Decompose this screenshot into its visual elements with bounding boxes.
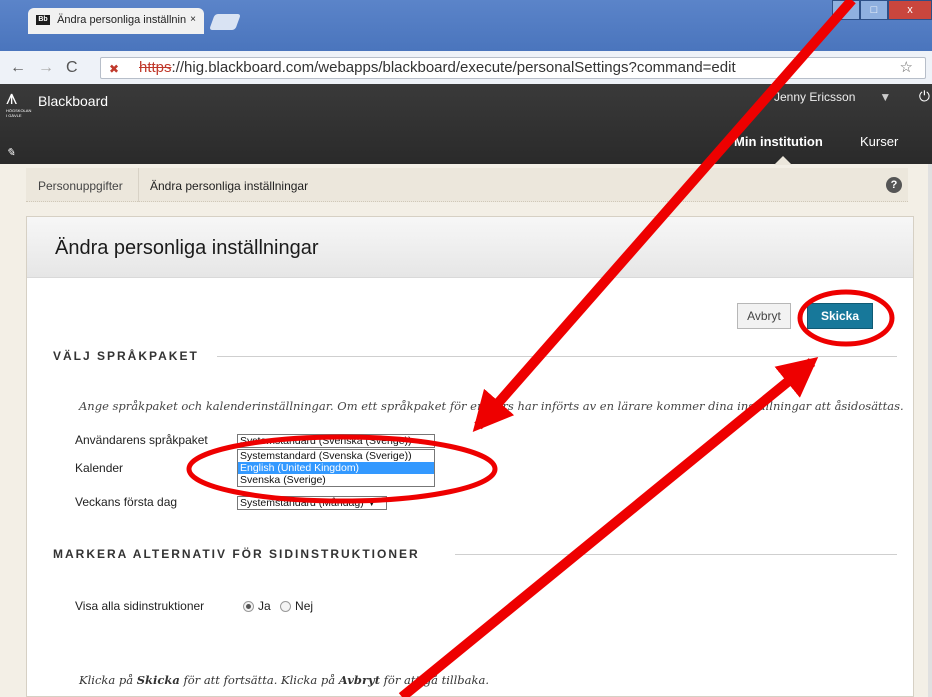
radio-yes[interactable] [243,601,254,613]
blackboard-brand[interactable]: Blackboard [38,93,108,109]
help-icon[interactable]: ? [886,177,902,193]
cancel-button[interactable]: Avbryt [737,303,791,329]
user-menu[interactable]: Jenny Ericsson ▼ [774,90,891,104]
window-controls: – □ x [832,0,932,20]
url-scheme: https [139,59,172,76]
close-window-button[interactable]: x [888,0,932,20]
dropdown-option-english[interactable]: English (United Kingdom) [238,462,434,474]
breadcrumb: Personuppgifter Ändra personliga inställ… [26,168,908,202]
active-tab-indicator [774,156,792,165]
label-language-pack: Användarens språkpaket [75,433,208,447]
radio-yes-label: Ja [258,599,271,613]
breadcrumb-current: Ändra personliga inställningar [150,179,309,193]
new-tab-button[interactable] [209,14,241,30]
blackboard-favicon-icon: Bb [36,15,50,26]
page-header: Ändra personliga inställningar [27,217,913,278]
language-pack-select[interactable]: Systemstandard (Svenska (Sverige)) ▼ [237,434,435,448]
address-bar[interactable]: ✖ https://hig.blackboard.com/webapps/bla… [100,57,926,79]
label-first-day: Veckans första dag [75,495,178,509]
breadcrumb-personuppgifter[interactable]: Personuppgifter [38,179,123,193]
dropdown-option-svenska[interactable]: Svenska (Sverige) [238,474,434,486]
bookmark-star-icon[interactable]: ☆ [900,58,913,78]
browser-tab[interactable]: Bb Ändra personliga inställnin × [28,8,204,34]
section-title-language: VÄLJ SPRÅKPAKET [53,349,199,363]
browser-toolbar: ← → C ✖ https://hig.blackboard.com/webap… [0,51,932,85]
breadcrumb-separator [138,168,139,202]
section-title-instructions: MARKERA ALTERNATIV FÖR SIDINSTRUKTIONER [53,547,420,561]
show-instructions-radio-group: Ja Nej [243,599,313,613]
blackboard-header: ⩚ HÖGSKOLAN I GÄVLE Blackboard Jenny Eric… [0,84,932,165]
chevron-down-icon: ▼ [879,90,892,104]
dropdown-option-system[interactable]: Systemstandard (Svenska (Sverige)) [238,450,434,462]
tab-close-icon[interactable]: × [190,14,196,25]
reload-icon[interactable]: C [66,59,78,77]
radio-no[interactable] [280,601,292,613]
label-show-instructions: Visa alla sidinstruktioner [75,599,205,613]
submit-button[interactable]: Skicka [807,303,873,329]
minimize-button[interactable]: – [832,0,860,20]
insecure-lock-icon: ✖ [109,62,120,76]
user-name: Jenny Ericsson [774,90,856,104]
page-title: Ändra personliga inställningar [55,237,319,259]
tab-title: Ändra personliga inställnin [57,14,187,26]
edit-mode-icon[interactable]: ✎ [6,146,15,159]
tab-kurser[interactable]: Kurser [860,134,898,149]
maximize-button[interactable]: □ [860,0,888,20]
instruction-text: Ange språkpaket och kalenderinställninga… [79,399,904,413]
university-logo: ⩚ HÖGSKOLAN I GÄVLE [6,87,32,118]
label-calendar: Kalender [75,461,124,475]
page-scrollbar[interactable] [928,164,932,697]
forward-arrow-icon[interactable]: → [38,59,54,77]
footer-instruction: Klicka på Skicka för att fortsätta. Klic… [79,673,489,687]
url-path: ://hig.blackboard.com/webapps/blackboard… [171,59,736,76]
first-day-select[interactable]: Systemstandard (Måndag) ▼ [237,496,387,510]
section-divider [217,356,897,357]
content-panel: Ändra personliga inställningar Avbryt Sk… [26,216,914,697]
tab-min-institution[interactable]: Min institution [734,134,823,149]
language-dropdown-list: Systemstandard (Svenska (Sverige)) Engli… [237,449,435,487]
section-divider [455,554,897,555]
radio-no-label: Nej [295,599,314,613]
logout-power-icon[interactable]: ⏻ [919,88,930,105]
back-arrow-icon[interactable]: ← [10,59,26,77]
